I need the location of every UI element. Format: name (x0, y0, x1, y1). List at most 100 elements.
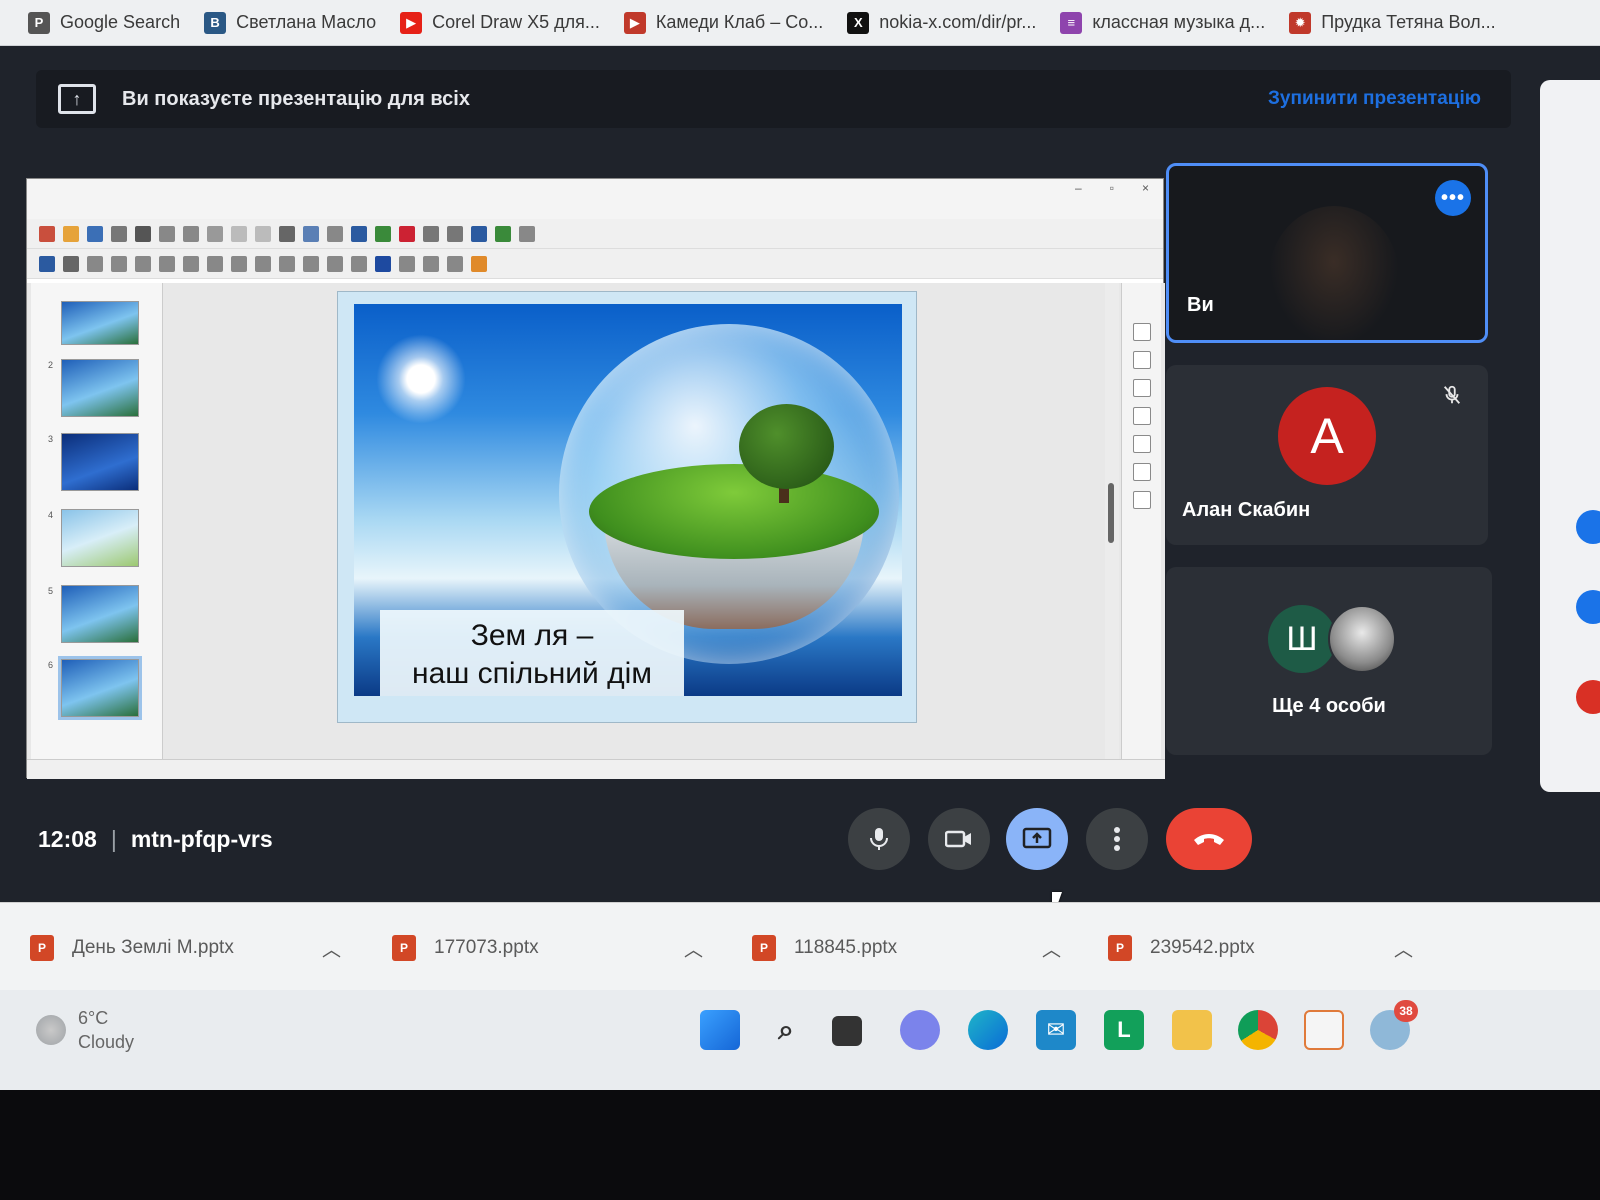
slide-thumbnail[interactable]: 3 (48, 433, 139, 491)
participant-tile-you[interactable]: Ви ••• (1166, 163, 1488, 343)
download-item[interactable]: P День Землі М.pptx (30, 935, 234, 961)
slide-transition-icon[interactable] (1133, 351, 1151, 369)
image-icon[interactable] (375, 225, 391, 242)
master-slides-icon[interactable] (1133, 407, 1151, 425)
side-avatar[interactable] (1576, 590, 1600, 624)
bookmark-prudka[interactable]: ✹ Прудка Тетяна Вол... (1289, 11, 1496, 34)
chrome-icon[interactable] (1238, 1010, 1278, 1050)
block-arrow-icon[interactable] (279, 255, 295, 272)
star-icon[interactable] (351, 255, 367, 272)
search-icon[interactable]: ⌕ (766, 1010, 806, 1050)
copy-icon[interactable] (183, 225, 199, 242)
chart-insert-icon[interactable] (399, 225, 415, 242)
scrollbar-thumb[interactable] (1108, 483, 1114, 543)
slide-thumbnail[interactable]: 2 (48, 359, 139, 417)
weather-widget[interactable]: 6°C Cloudy (36, 1006, 134, 1054)
chevron-up-icon[interactable]: ︿ (1042, 935, 1061, 962)
grid-icon[interactable] (327, 225, 343, 242)
present-now-button[interactable] (1006, 808, 1068, 870)
navigator-icon[interactable] (1133, 491, 1151, 509)
file-explorer-icon[interactable] (1172, 1010, 1212, 1050)
maximize-icon[interactable]: ▫ (1110, 181, 1114, 195)
slide-canvas[interactable]: Зем ля – наш спільний дім (337, 291, 917, 723)
arrow-icon[interactable] (159, 255, 175, 272)
download-item[interactable]: P 118845.pptx (752, 935, 897, 961)
slide-thumbnail[interactable]: 4 (48, 509, 139, 567)
gallery-icon[interactable] (1133, 463, 1151, 481)
callout-icon[interactable] (327, 255, 343, 272)
chevron-up-icon[interactable]: ︿ (1394, 935, 1413, 962)
diamond-icon[interactable] (231, 255, 247, 272)
fontwork-icon[interactable] (471, 225, 487, 242)
line-icon[interactable] (87, 255, 103, 272)
participant-name: Ви (1187, 294, 1214, 316)
flowchart-icon[interactable] (303, 255, 319, 272)
camera-button[interactable] (928, 808, 990, 870)
bookmark-comedy[interactable]: ▶ Камеди Клаб – Со... (623, 11, 823, 34)
participant-tile-others[interactable]: Ш Ще 4 особи (1166, 567, 1492, 755)
toolbar-new-icon[interactable] (39, 225, 55, 242)
bookmark-corel[interactable]: ▶ Corel Draw X5 для... (400, 11, 600, 34)
styles-icon[interactable] (1133, 435, 1151, 453)
download-item[interactable]: P 239542.pptx (1108, 935, 1255, 961)
hyperlink-icon[interactable] (495, 225, 511, 242)
bookmark-google-search[interactable]: P Google Search (28, 11, 180, 34)
messenger-icon[interactable]: 38 (1370, 1000, 1418, 1050)
print-icon[interactable] (135, 225, 151, 242)
start-icon[interactable] (700, 1010, 740, 1050)
arrange-icon[interactable] (423, 255, 439, 272)
connector-icon[interactable] (207, 255, 223, 272)
slide-thumbnail-selected[interactable]: 6 (48, 656, 142, 720)
textbox-icon[interactable] (423, 225, 439, 242)
find-icon[interactable] (279, 225, 295, 242)
save-icon[interactable] (87, 225, 103, 242)
zoom-icon[interactable] (63, 255, 79, 272)
cut-icon[interactable] (159, 225, 175, 242)
participant-tile-alan[interactable]: А Алан Скабин (1166, 365, 1488, 545)
redo-icon[interactable] (255, 225, 271, 242)
microphone-button[interactable] (848, 808, 910, 870)
ellipse-icon[interactable] (135, 255, 151, 272)
rectangle-icon[interactable] (111, 255, 127, 272)
properties-icon[interactable] (1133, 323, 1151, 341)
paste-icon[interactable] (207, 225, 223, 242)
special-char-icon[interactable] (447, 225, 463, 242)
undo-icon[interactable] (231, 225, 247, 242)
align-icon[interactable] (399, 255, 415, 272)
pdf-icon[interactable] (111, 225, 127, 242)
minimize-icon[interactable]: – (1075, 181, 1082, 195)
spelling-icon[interactable] (303, 225, 319, 242)
more-options-button[interactable] (1086, 808, 1148, 870)
app-l-icon[interactable]: L (1104, 1010, 1144, 1050)
mail-icon[interactable]: ✉ (1036, 1010, 1076, 1050)
leave-call-button[interactable] (1166, 808, 1252, 870)
bookmark-svetlana[interactable]: В Светлана Масло (204, 11, 376, 34)
display-icon[interactable] (351, 225, 367, 242)
pen-icon[interactable] (471, 255, 487, 272)
chevron-up-icon[interactable]: ︿ (684, 935, 703, 962)
slide-layout-icon[interactable] (519, 225, 535, 242)
document-icon[interactable] (1304, 1010, 1344, 1050)
animation-icon[interactable] (1133, 379, 1151, 397)
vertical-scrollbar[interactable] (1105, 283, 1119, 759)
bookmark-nokia[interactable]: X nokia-x.com/dir/pr... (847, 11, 1036, 34)
chevron-up-icon[interactable]: ︿ (322, 935, 341, 962)
folder-icon[interactable] (63, 225, 79, 242)
curve-icon[interactable] (183, 255, 199, 272)
smiley-icon[interactable] (255, 255, 271, 272)
3d-icon[interactable] (375, 255, 391, 272)
chat-icon[interactable] (900, 1010, 940, 1050)
slide-thumbnail[interactable]: 5 (48, 585, 139, 643)
more-options-icon[interactable]: ••• (1435, 180, 1471, 216)
select-icon[interactable] (39, 255, 55, 272)
side-avatar[interactable] (1576, 510, 1600, 544)
slide-thumbnail[interactable] (61, 301, 139, 345)
task-view-icon[interactable] (832, 1016, 862, 1046)
download-item[interactable]: P 177073.pptx (392, 935, 539, 961)
bookmark-music[interactable]: ≡ классная музыка д... (1060, 11, 1265, 34)
shadow-icon[interactable] (447, 255, 463, 272)
side-avatar[interactable] (1576, 680, 1600, 714)
edge-icon[interactable] (968, 1010, 1008, 1050)
stop-presenting-button[interactable]: Зупинити презентацію (1268, 88, 1481, 110)
close-icon[interactable]: × (1142, 181, 1149, 195)
